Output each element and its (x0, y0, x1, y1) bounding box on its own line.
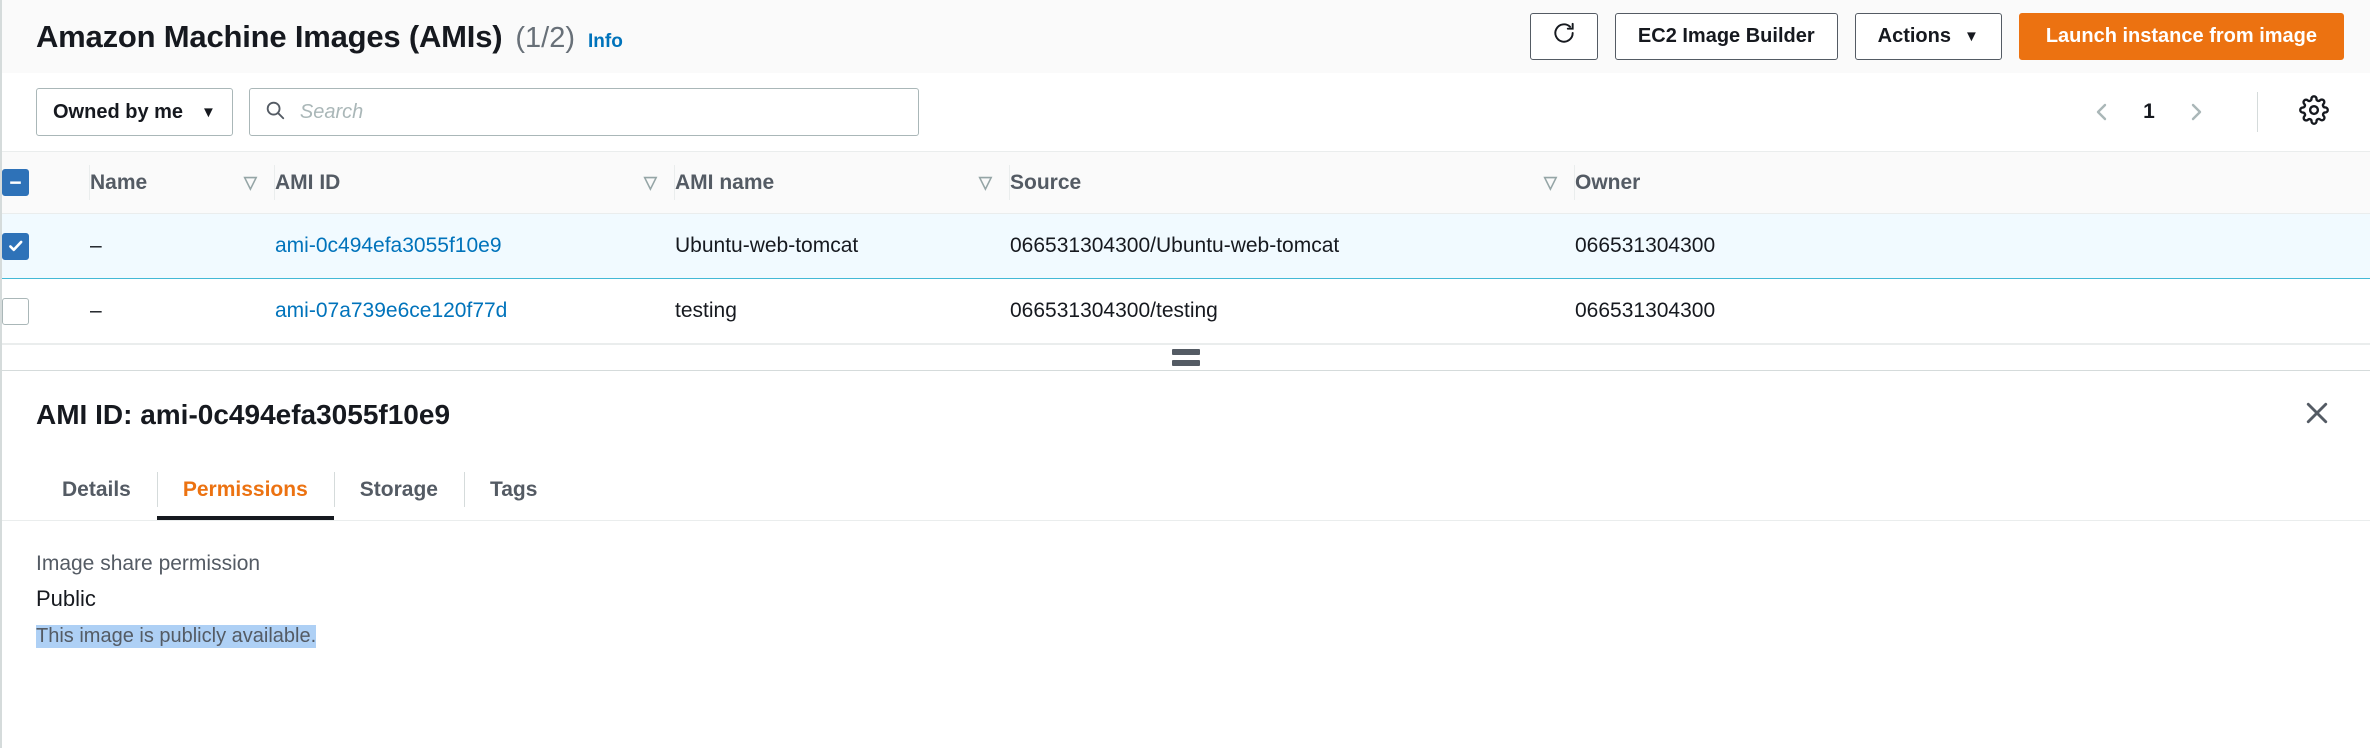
page-title: Amazon Machine Images (AMIs) (36, 18, 503, 54)
cell-ami-name: Ubuntu-web-tomcat (675, 234, 859, 257)
search-box[interactable] (248, 88, 919, 136)
panel-resize-splitter[interactable] (2, 344, 2370, 370)
cell-name: – (90, 214, 275, 279)
close-icon (2302, 398, 2332, 433)
sort-descending-icon[interactable]: ▽ (244, 174, 257, 191)
drag-handle-icon[interactable] (1172, 349, 1200, 366)
column-header-source[interactable]: Source ▽ (1010, 152, 1575, 214)
cell-source: 066531304300/testing (1010, 299, 1218, 322)
permissions-tab-content: Image share permission Public This image… (2, 521, 2370, 748)
gear-icon (2299, 94, 2329, 130)
detail-header: AMI ID: ami-0c494efa3055f10e9 (2, 371, 2370, 459)
column-header-owner[interactable]: Owner (1575, 152, 2370, 214)
owner-filter-label: Owned by me (53, 100, 184, 123)
image-share-permission-value: Public (36, 586, 96, 612)
column-label: Name (90, 170, 148, 194)
launch-instance-button[interactable]: Launch instance from image (2018, 13, 2344, 60)
row-checkbox[interactable] (2, 297, 29, 325)
selection-count: (1/2) (515, 21, 576, 54)
column-header-name[interactable]: Name ▽ (90, 152, 275, 214)
owner-filter-select[interactable]: Owned by me ▼ (36, 88, 233, 136)
page-number[interactable]: 1 (2127, 89, 2171, 135)
ec2-image-builder-button[interactable]: EC2 Image Builder (1614, 13, 1838, 60)
column-header-ami-name[interactable]: AMI name ▽ (675, 152, 1010, 214)
pagination: 1 (2079, 89, 2219, 135)
detail-title: AMI ID: ami-0c494efa3055f10e9 (36, 399, 451, 430)
ami-console-page: Amazon Machine Images (AMIs) (1/2) Info … (0, 0, 2370, 748)
table-header-bar: Amazon Machine Images (AMIs) (1/2) Info … (2, 0, 2370, 73)
refresh-icon (1551, 20, 1577, 53)
title-group: Amazon Machine Images (AMIs) (1/2) Info (36, 19, 623, 55)
row-select-cell (2, 214, 90, 279)
cell-name: – (90, 279, 275, 344)
divider (2257, 92, 2258, 132)
actions-label: Actions (1877, 25, 1951, 47)
column-label: Source (1010, 170, 1082, 194)
prev-page-button[interactable] (2079, 89, 2125, 135)
row-select-cell (2, 279, 90, 344)
info-link[interactable]: Info (588, 31, 623, 53)
public-availability-note: This image is publicly available. (36, 625, 317, 649)
preferences-button[interactable] (2290, 88, 2338, 136)
cell-ami-name: testing (675, 299, 737, 322)
column-label: AMI name (675, 170, 775, 194)
select-all-checkbox[interactable] (2, 169, 29, 196)
refresh-button[interactable] (1529, 13, 1598, 60)
tab-details[interactable]: Details (36, 459, 157, 520)
close-panel-button[interactable] (2294, 392, 2340, 438)
next-page-button[interactable] (2173, 89, 2219, 135)
ami-id-link[interactable]: ami-07a739e6ce120f77d (275, 299, 507, 322)
actions-button[interactable]: Actions ▼ (1854, 13, 2002, 60)
table-header-row: Name ▽ AMI ID ▽ AMI name ▽ Source ▽ Owne… (2, 151, 2370, 214)
tab-permissions[interactable]: Permissions (156, 459, 334, 520)
cell-source: 066531304300/Ubuntu-web-tomcat (1010, 234, 1340, 257)
name-value: – (90, 234, 102, 257)
cell-owner: 066531304300 (1575, 234, 1716, 257)
search-icon (264, 99, 286, 126)
cell-ami-id: ami-0c494efa3055f10e9 (275, 214, 675, 279)
tab-tags[interactable]: Tags (463, 459, 563, 520)
sort-descending-icon[interactable]: ▽ (1544, 174, 1557, 191)
chevron-down-icon: ▼ (1963, 28, 1979, 45)
search-input[interactable] (299, 89, 904, 135)
sort-descending-icon[interactable]: ▽ (644, 174, 657, 191)
detail-tabs: Details Permissions Storage Tags (2, 459, 2370, 521)
row-checkbox[interactable] (2, 232, 29, 260)
table-row[interactable]: – ami-0c494efa3055f10e9 Ubuntu-web-tomca… (2, 213, 2370, 279)
table-row[interactable]: – ami-07a739e6ce120f77d testing 06653130… (2, 278, 2370, 344)
chevron-down-icon: ▼ (201, 103, 216, 121)
tab-storage[interactable]: Storage (333, 459, 464, 520)
column-label: AMI ID (275, 170, 341, 194)
header-actions: EC2 Image Builder Actions ▼ Launch insta… (1529, 13, 2344, 60)
column-label: Owner (1575, 170, 1641, 194)
select-all-cell (2, 152, 90, 214)
sort-descending-icon[interactable]: ▽ (979, 174, 992, 191)
name-value: – (90, 299, 102, 322)
cell-owner: 066531304300 (1575, 299, 1716, 322)
table-filter-row: Owned by me ▼ 1 (2, 73, 2370, 151)
cell-ami-id: ami-07a739e6ce120f77d (275, 279, 675, 344)
image-share-permission-label: Image share permission (36, 552, 261, 575)
ami-id-link[interactable]: ami-0c494efa3055f10e9 (275, 234, 502, 257)
ami-table: Name ▽ AMI ID ▽ AMI name ▽ Source ▽ Owne… (2, 151, 2370, 344)
ami-detail-panel: AMI ID: ami-0c494efa3055f10e9 Details Pe… (2, 370, 2370, 748)
column-header-ami-id[interactable]: AMI ID ▽ (275, 152, 675, 214)
ami-table-card: Amazon Machine Images (AMIs) (1/2) Info … (2, 0, 2370, 344)
